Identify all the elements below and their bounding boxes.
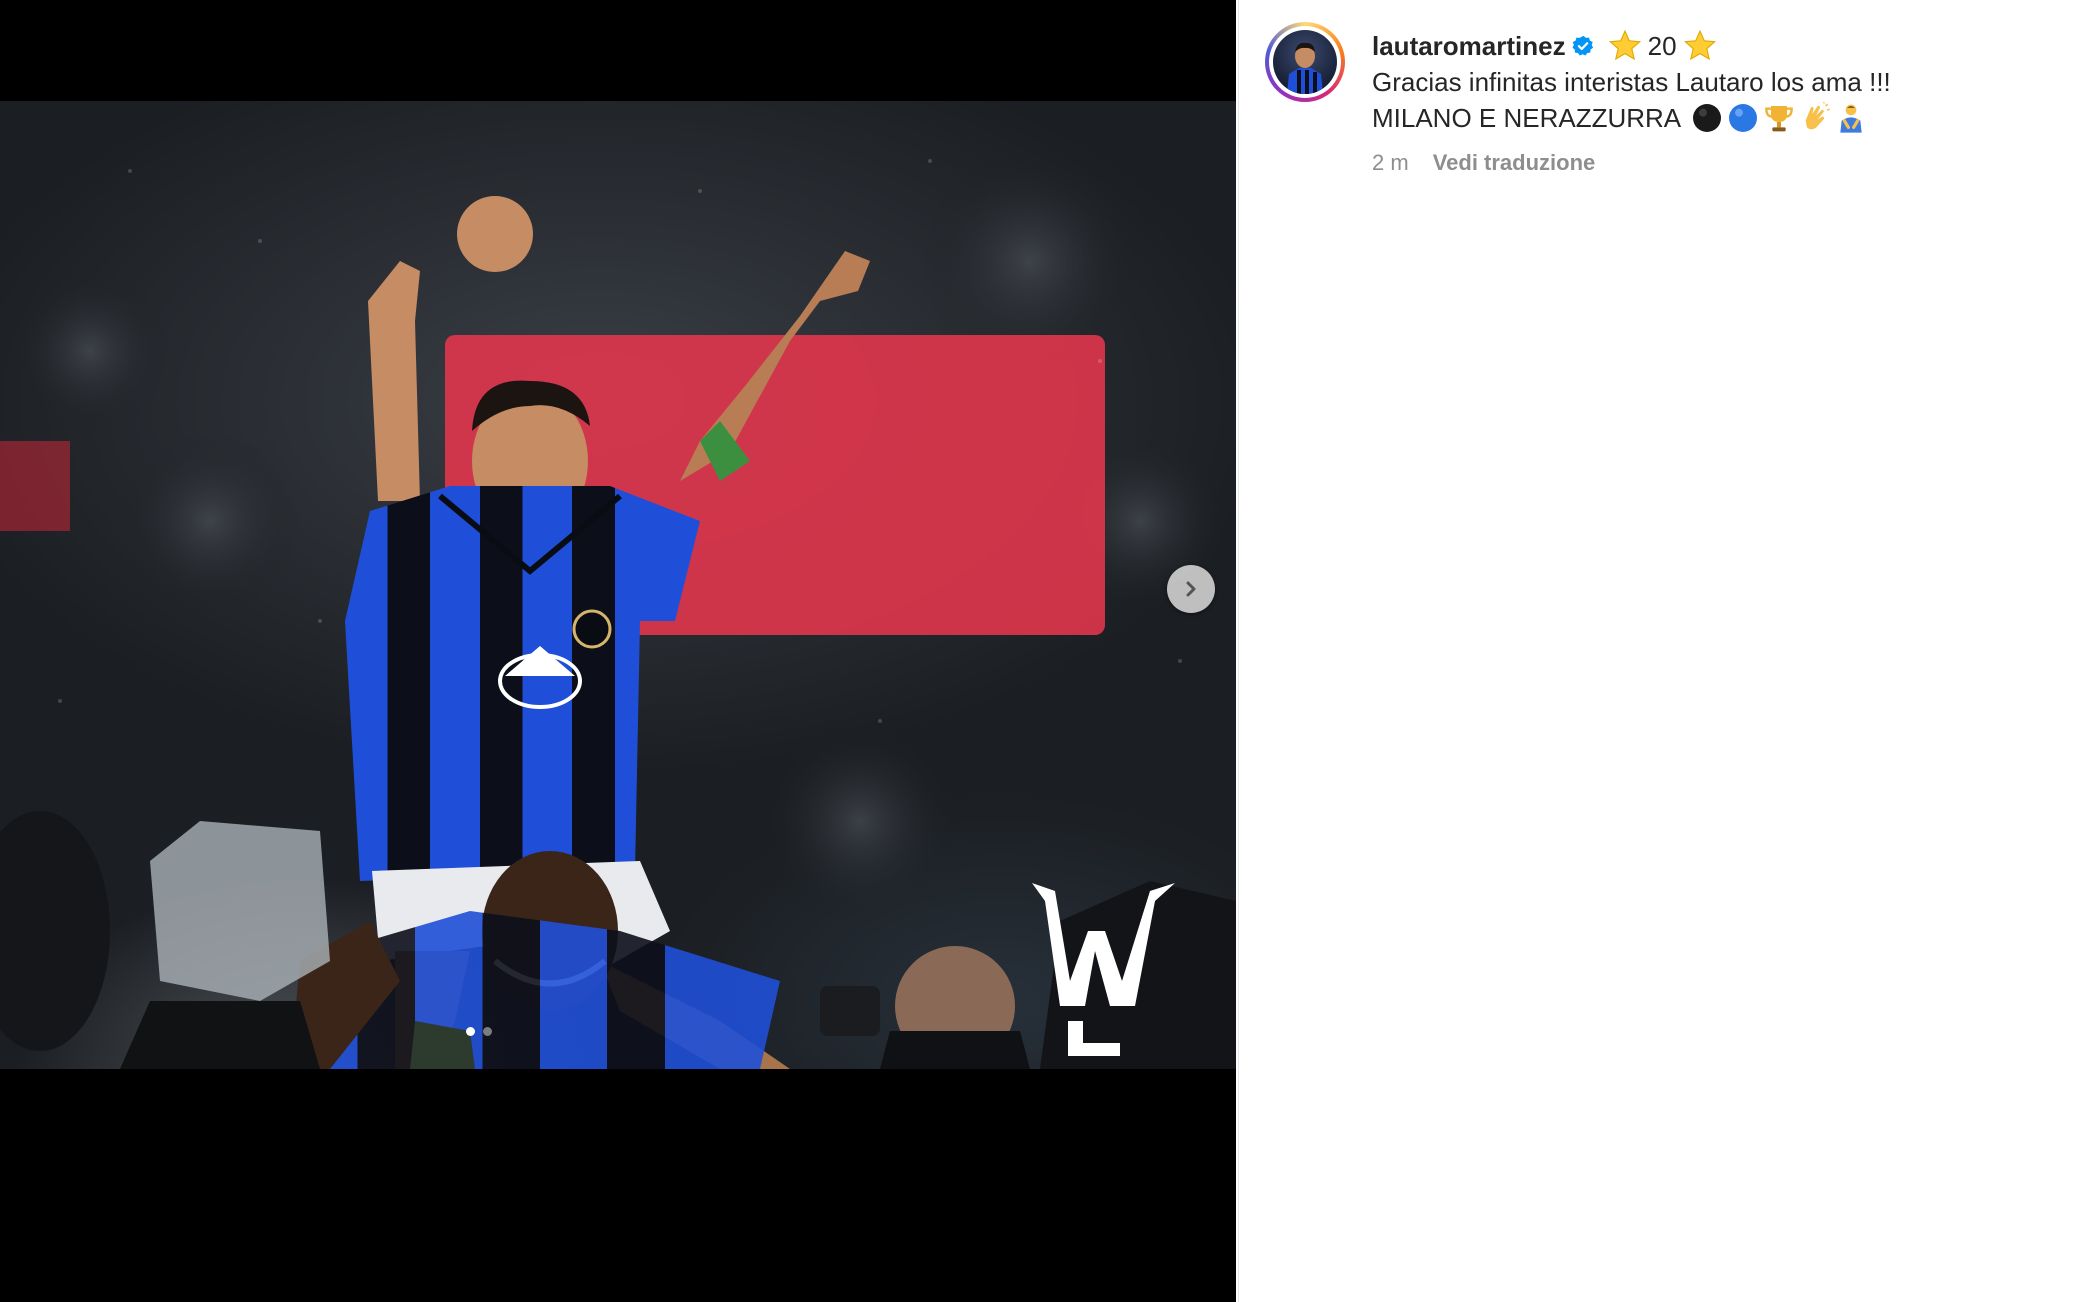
star-emoji-icon <box>1683 29 1717 63</box>
carousel-next-button[interactable] <box>1167 565 1215 613</box>
username-link[interactable]: lautaromartinez <box>1372 28 1566 64</box>
caption-line-1: Gracias infinitas interistas Lautaro los… <box>1372 64 2062 100</box>
clapping-hands-emoji-icon <box>1799 102 1831 134</box>
chevron-right-icon <box>1186 581 1196 597</box>
story-ring[interactable] <box>1265 22 1345 102</box>
post-caption: lautaromartinez 20 Gracias infinitas int… <box>1372 28 2062 136</box>
carousel-dot-active <box>466 1027 475 1036</box>
avatar-image <box>1287 42 1323 94</box>
media-pane <box>0 0 1236 1302</box>
caption-text-2: MILANO E NERAZZURRA <box>1372 103 1682 133</box>
avatar-border <box>1269 26 1341 98</box>
caption-text-1: Gracias infinitas interistas Lautaro los… <box>1372 67 1891 97</box>
avatar <box>1273 30 1337 94</box>
instagram-post-viewer: lautaromartinez 20 Gracias infinitas int… <box>0 0 2080 1302</box>
caption-header-line: lautaromartinez 20 <box>1372 28 2062 64</box>
caption-line-2: MILANO E NERAZZURRA <box>1372 100 2062 136</box>
trophy-emoji-icon <box>1763 102 1795 134</box>
star-emoji-icon <box>1608 29 1642 63</box>
person-bowing-emoji-icon <box>1835 102 1867 134</box>
blue-circle-emoji-icon <box>1727 102 1759 134</box>
post-photo[interactable] <box>0 101 1236 1069</box>
carousel-dot <box>483 1027 492 1036</box>
post-timestamp: 2 m <box>1372 150 1409 175</box>
caption-number: 20 <box>1647 31 1677 61</box>
carousel-indicator <box>466 1027 492 1036</box>
caption-pane: lautaromartinez 20 Gracias infinitas int… <box>1238 0 2080 1302</box>
post-meta: 2 m Vedi traduzione <box>1372 150 1595 176</box>
black-circle-emoji-icon <box>1691 102 1723 134</box>
photo-illustration <box>0 151 1236 1069</box>
see-translation-link[interactable]: Vedi traduzione <box>1433 150 1596 176</box>
verified-badge-icon <box>1572 35 1594 57</box>
